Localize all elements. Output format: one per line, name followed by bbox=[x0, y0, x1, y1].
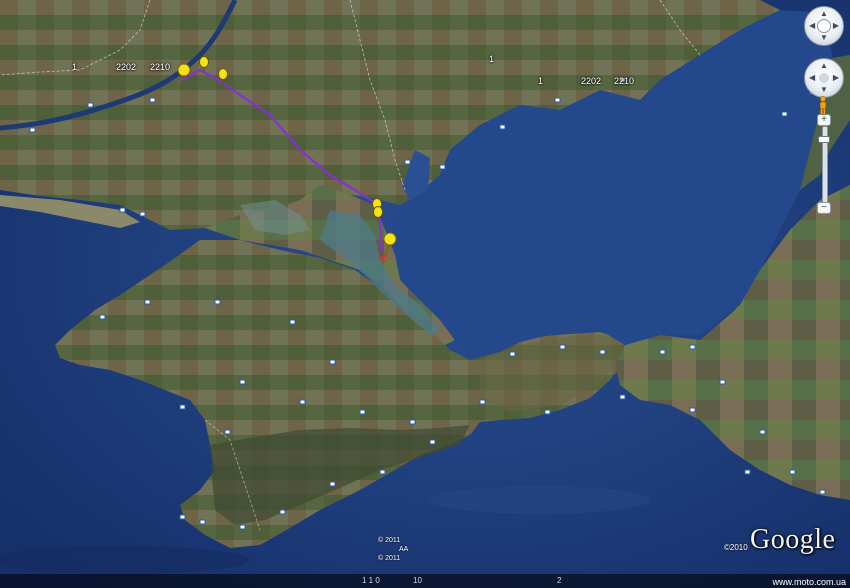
road-label: 1 bbox=[489, 54, 495, 64]
move-ring-icon[interactable]: ▲ ▼ ◀ ▶ bbox=[804, 58, 844, 98]
watermark: www.moto.com.ua bbox=[772, 577, 846, 587]
cloud-2 bbox=[0, 546, 250, 574]
status-label: 2 bbox=[557, 576, 562, 585]
map-canvas[interactable]: 1 2202 2210 1 1 2202 2210 © 2011 AA © 20… bbox=[0, 0, 850, 588]
status-label: 10 bbox=[413, 576, 422, 585]
road-label: 2210 bbox=[614, 76, 635, 86]
road-label: 2202 bbox=[116, 62, 137, 72]
status-bar: 1 1 0 10 2 www.moto.com.ua bbox=[0, 574, 850, 588]
road-label: 1 bbox=[538, 76, 544, 86]
road-label: 2210 bbox=[150, 62, 171, 72]
copyright-line: AA bbox=[399, 546, 409, 553]
copyright-line: © 2011 bbox=[378, 537, 401, 544]
cloud-1 bbox=[430, 486, 650, 514]
zoom-thumb[interactable] bbox=[818, 136, 830, 143]
satellite-imagery[interactable] bbox=[0, 0, 850, 588]
logo-year: ©2010 bbox=[724, 543, 748, 552]
road-label: 2202 bbox=[581, 76, 602, 86]
road-label: 1 bbox=[72, 62, 78, 72]
look-ring-icon[interactable]: ▲ ▼ ◀ ▶ bbox=[804, 6, 844, 46]
copyright-line: © 2011 bbox=[378, 555, 401, 562]
status-label: 1 1 0 bbox=[362, 576, 380, 585]
pegman-icon[interactable] bbox=[818, 96, 828, 116]
zoom-out-button[interactable]: − bbox=[817, 202, 831, 214]
google-logo: Google bbox=[750, 524, 836, 555]
zoom-slider[interactable]: + − bbox=[817, 114, 831, 214]
